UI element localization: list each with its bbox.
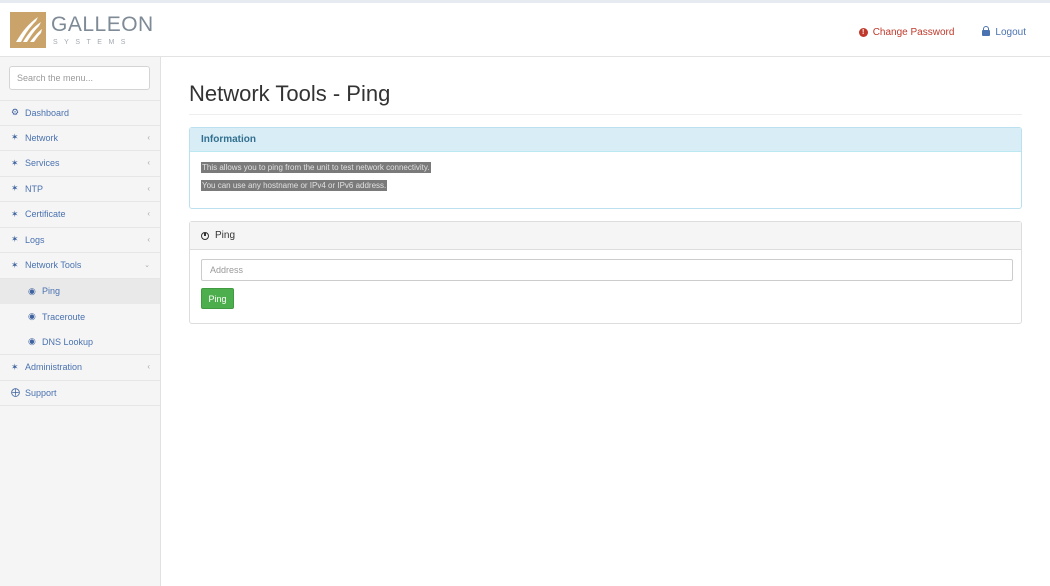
ping-panel: Ping Ping (189, 221, 1022, 324)
dashboard-icon: ⚙ (11, 107, 20, 118)
sidebar-item-label: Ping (42, 286, 61, 297)
sidebar-item-label: Certificate (25, 209, 66, 220)
change-password-link[interactable]: ! Change Password (858, 27, 955, 38)
address-input[interactable] (201, 259, 1013, 281)
sidebar-subitem-ping[interactable]: ◉ Ping (0, 278, 160, 304)
globe-icon: ◉ (28, 311, 36, 322)
sidebar-menu: ⚙ Dashboard ✶ Network ‹ ✶ Services ‹ ✶ N… (0, 100, 160, 406)
sidebar-item-dashboard[interactable]: ⚙ Dashboard (0, 100, 160, 126)
sidebar-item-label: Network (25, 132, 59, 143)
support-icon: ⨁ (11, 387, 20, 398)
wrench-icon: ✶ (11, 157, 19, 168)
top-links: ! Change Password Logout (858, 25, 1026, 38)
ping-panel-heading: Ping (190, 222, 1021, 250)
galleon-logo-mark-icon (10, 12, 46, 48)
clock-icon (201, 231, 209, 240)
wrench-icon: ✶ (11, 208, 19, 219)
sidebar-item-label: Administration (25, 362, 83, 373)
change-password-label: Change Password (872, 27, 955, 38)
menu-search-input[interactable] (9, 66, 150, 90)
top-header: GALLEON SYSTEMS ! Change Password Logout (0, 3, 1050, 57)
sidebar-item-label: Logs (25, 234, 45, 245)
page-title: Network Tools - Ping (189, 81, 391, 106)
logout-link[interactable]: Logout (982, 25, 1026, 38)
wrench-icon: ✶ (11, 234, 19, 245)
logout-label: Logout (995, 27, 1026, 38)
globe-icon: ◉ (28, 336, 36, 347)
exclamation-circle-icon: ! (858, 28, 868, 37)
chevron-down-icon: ⌄ (144, 262, 150, 269)
ping-panel-title: Ping (215, 230, 236, 241)
sidebar-item-label: Traceroute (42, 311, 86, 322)
chevron-left-icon: ‹ (147, 234, 150, 244)
wrench-icon: ✶ (11, 183, 19, 194)
sidebar-item-label: Support (25, 387, 57, 398)
globe-icon: ◉ (28, 285, 36, 296)
sidebar-subitem-traceroute[interactable]: ◉ Traceroute (0, 304, 160, 330)
information-panel-heading: Information (190, 128, 1021, 152)
information-panel-body: This allows you to ping from the unit to… (190, 152, 1021, 197)
wrench-icon: ✶ (11, 259, 19, 270)
chevron-left-icon: ‹ (147, 183, 150, 193)
brand-name: GALLEON (51, 13, 154, 36)
sidebar-subitem-dns-lookup[interactable]: ◉ DNS Lookup (0, 330, 160, 355)
chevron-left-icon: ‹ (147, 362, 150, 371)
sidebar-item-label: Dashboard (25, 107, 70, 118)
sidebar-item-services[interactable]: ✶ Services ‹ (0, 151, 160, 177)
information-text-line: This allows you to ping from the unit to… (201, 162, 431, 173)
sidebar-item-support[interactable]: ⨁ Support (0, 381, 160, 406)
sidebar-item-label: NTP (25, 183, 43, 194)
sidebar-item-logs[interactable]: ✶ Logs ‹ (0, 228, 160, 253)
chevron-left-icon: ‹ (147, 158, 150, 167)
sidebar-item-label: Services (25, 158, 60, 169)
sidebar-item-certificate[interactable]: ✶ Certificate ‹ (0, 202, 160, 228)
wrench-icon: ✶ (11, 361, 19, 372)
brand-tagline: SYSTEMS (53, 39, 132, 46)
wrench-icon: ✶ (11, 132, 19, 143)
main-content: Network Tools - Ping Information This al… (161, 57, 1050, 586)
galleon-logo[interactable]: GALLEON SYSTEMS (10, 12, 153, 52)
ping-button[interactable]: Ping (201, 288, 234, 309)
sidebar-item-network[interactable]: ✶ Network ‹ (0, 126, 160, 151)
sidebar-item-network-tools[interactable]: ✶ Network Tools ⌄ (0, 253, 160, 279)
chevron-left-icon: ‹ (147, 132, 150, 142)
sidebar: ⚙ Dashboard ✶ Network ‹ ✶ Services ‹ ✶ N… (0, 57, 161, 586)
lock-icon (982, 25, 991, 37)
chevron-left-icon: ‹ (147, 209, 150, 218)
sidebar-item-label: Network Tools (25, 260, 82, 271)
sidebar-item-label: DNS Lookup (42, 336, 94, 347)
title-divider (189, 114, 1022, 115)
information-panel: Information This allows you to ping from… (189, 127, 1022, 209)
sidebar-item-ntp[interactable]: ✶ NTP ‹ (0, 177, 160, 202)
information-text-line: You can use any hostname or IPv4 or IPv6… (201, 180, 388, 191)
sidebar-item-administration[interactable]: ✶ Administration ‹ (0, 355, 160, 381)
